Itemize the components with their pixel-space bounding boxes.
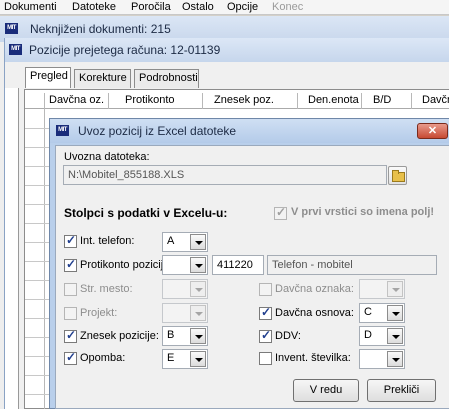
cancel-button[interactable]: Prekliči (367, 379, 436, 402)
section-label: Stolpci s podatki v Excelu-u: (64, 206, 228, 220)
protikonto-label: Protikonto pozicij: (80, 259, 167, 271)
outer-window-grid-strip (5, 88, 19, 409)
invent-stevilka-column-select[interactable] (359, 349, 405, 369)
first-row-names-checkbox[interactable]: ✓ (274, 205, 287, 220)
column-header-den-enota[interactable]: Den.enota (308, 94, 359, 106)
ddv-label: DDV: (275, 330, 301, 342)
chevron-down-icon[interactable] (190, 351, 206, 367)
first-row-names-label: V prvi vrstici so imena polj! (291, 206, 435, 218)
projekt-label: Projekt: (80, 307, 118, 319)
chevron-down-icon[interactable] (190, 305, 206, 321)
column-header-davcna-oz[interactable]: Davčna oz. (49, 94, 104, 106)
select-value: E (167, 352, 175, 364)
window-title: Pozicije prejetega računa: 12-01139 (29, 43, 221, 57)
chevron-down-icon[interactable] (190, 234, 206, 250)
grid-header: Davčna oz. Protikonto Znesek poz. Den.en… (25, 93, 449, 109)
opomba-checkbox[interactable]: ✓ (64, 350, 77, 365)
column-header-davcn[interactable]: Davčn (422, 94, 449, 106)
file-path-field[interactable]: N:\Mobitel_855188.XLS (63, 165, 387, 185)
davcna-oznaka-checkbox[interactable] (259, 283, 272, 296)
chevron-down-icon[interactable] (190, 281, 206, 297)
protikonto-code-input[interactable]: 411220 (212, 255, 264, 275)
znesek-pozicije-label: Znesek pozicije: (80, 330, 159, 342)
tab-podrobnosti[interactable]: Podrobnosti (134, 69, 199, 88)
int-telefon-column-select[interactable]: A (162, 232, 208, 252)
chevron-down-icon[interactable] (387, 281, 403, 297)
tab-pregled[interactable]: Pregled (25, 67, 71, 88)
import-dialog: MIT Uvoz pozicij iz Excel datoteke ✕ Uvo… (49, 118, 449, 409)
browse-folder-icon[interactable] (388, 166, 407, 185)
file-label: Uvozna datoteka: (64, 151, 150, 163)
int-telefon-checkbox[interactable]: ✓ (64, 233, 77, 248)
davcna-oznaka-column-select[interactable] (359, 279, 405, 299)
chevron-down-icon[interactable] (387, 328, 403, 344)
dialog-body: Uvozna datoteka: N:\Mobitel_855188.XLS S… (55, 145, 449, 409)
dialog-titlebar[interactable]: MIT Uvoz pozicij iz Excel datoteke ✕ (50, 119, 449, 143)
znesek-pozicije-column-select[interactable]: B (162, 326, 208, 346)
protikonto-name-field: Telefon - mobitel (267, 255, 437, 275)
menu-datoteke[interactable]: Datoteke (72, 0, 116, 14)
menu-opcije[interactable]: Opcije (227, 0, 258, 14)
int-telefon-label: Int. telefon: (80, 235, 135, 247)
davcna-osnova-label: Davčna osnova: (275, 307, 354, 319)
menu-porocila[interactable]: Poročila (131, 0, 171, 14)
projekt-column-select[interactable] (162, 303, 208, 323)
select-value: C (364, 306, 372, 318)
ok-button[interactable]: V redu (293, 379, 359, 402)
chevron-down-icon[interactable] (387, 305, 403, 321)
str-mesto-checkbox[interactable] (64, 283, 77, 296)
column-header-protikonto[interactable]: Protikonto (125, 94, 175, 106)
select-value: A (167, 235, 175, 247)
str-mesto-label: Str. mesto: (80, 283, 133, 295)
column-header-bd[interactable]: B/D (373, 94, 391, 106)
select-value: D (364, 329, 372, 341)
znesek-pozicije-checkbox[interactable]: ✓ (64, 328, 77, 343)
grid-line (44, 93, 45, 409)
opomba-label: Opomba: (80, 352, 126, 364)
tab-label: Pregled (30, 70, 68, 82)
menu-konec[interactable]: Konec (272, 0, 303, 14)
menu-ostalo[interactable]: Ostalo (182, 0, 214, 14)
app-logo-icon: MIT (56, 125, 69, 136)
grid-line (297, 93, 298, 109)
window-titlebar[interactable]: MIT Pozicije prejetega računa: 12-01139 (5, 38, 449, 62)
column-header-znesek-poz[interactable]: Znesek poz. (214, 94, 274, 106)
invent-stevilka-label: Invent. številka: (275, 352, 351, 364)
ddv-column-select[interactable]: D (359, 326, 405, 346)
davcna-osnova-checkbox[interactable]: ✓ (259, 305, 272, 320)
davcna-osnova-column-select[interactable]: C (359, 303, 405, 323)
tab-label: Podrobnosti (139, 72, 198, 84)
str-mesto-column-select[interactable] (162, 279, 208, 299)
menubar: Dokumenti Datoteke Poročila Ostalo Opcij… (0, 0, 449, 15)
ddv-checkbox[interactable]: ✓ (259, 328, 272, 343)
grid-line (361, 93, 362, 109)
tab-korekture[interactable]: Korekture (74, 69, 131, 88)
select-value: B (167, 329, 175, 341)
chevron-down-icon[interactable] (190, 257, 206, 273)
chevron-down-icon[interactable] (387, 351, 403, 367)
app-logo-icon: MIT (9, 44, 22, 55)
projekt-checkbox[interactable] (64, 307, 77, 320)
app-logo-icon: MIT (5, 23, 18, 34)
window-title: Neknjiženi dokumenti: 215 (30, 22, 171, 36)
protikonto-column-select[interactable] (162, 255, 208, 275)
grid-line (411, 93, 412, 109)
opomba-column-select[interactable]: E (162, 349, 208, 369)
protikonto-checkbox[interactable]: ✓ (64, 257, 77, 272)
grid-line (108, 93, 109, 109)
tab-label: Korekture (79, 72, 127, 84)
chevron-down-icon[interactable] (190, 328, 206, 344)
close-icon[interactable]: ✕ (417, 123, 448, 139)
davcna-oznaka-label: Davčna oznaka: (275, 283, 354, 295)
grid-line (202, 93, 203, 109)
menu-dokumenti[interactable]: Dokumenti (4, 0, 57, 14)
dialog-title: Uvoz pozicij iz Excel datoteke (78, 124, 237, 138)
invent-stevilka-checkbox[interactable] (259, 352, 272, 365)
